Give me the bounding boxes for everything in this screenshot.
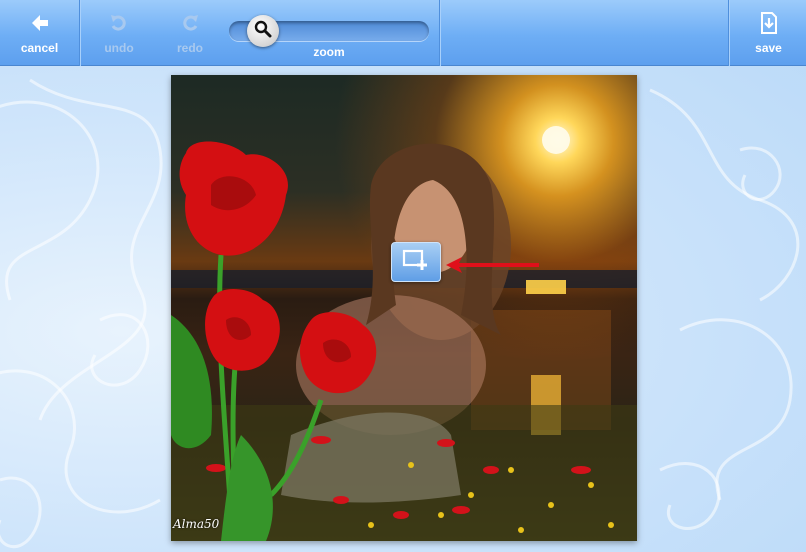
photo-watermark: Alma50 xyxy=(173,517,220,531)
photo-artwork xyxy=(171,126,637,541)
redo-button[interactable]: redo xyxy=(155,0,225,66)
save-label: save xyxy=(755,40,782,55)
crop-add-icon xyxy=(402,248,430,277)
undo-icon xyxy=(108,12,130,34)
undo-button[interactable]: undo xyxy=(84,0,154,66)
photo-canvas[interactable]: Alma50 xyxy=(171,75,637,541)
magnifier-icon xyxy=(254,20,272,43)
cancel-button[interactable]: cancel xyxy=(0,0,79,66)
zoom-label: zoom xyxy=(313,45,345,59)
undo-label: undo xyxy=(104,40,134,55)
redo-icon xyxy=(179,12,201,34)
red-arrow-icon xyxy=(446,257,539,273)
cancel-label: cancel xyxy=(20,40,59,55)
redo-label: redo xyxy=(176,40,203,55)
toolbar-divider xyxy=(79,0,80,66)
toolbar-divider xyxy=(439,0,440,66)
save-button[interactable]: save xyxy=(731,0,806,66)
toolbar-divider xyxy=(728,0,729,66)
arrow-left-icon xyxy=(29,12,51,34)
zoom-control: zoom xyxy=(229,0,429,66)
crop-add-button[interactable] xyxy=(391,242,441,282)
zoom-slider-handle[interactable] xyxy=(247,15,279,47)
save-download-icon xyxy=(758,11,780,34)
editor-toolbar: cancel undo redo zoom save xyxy=(0,0,806,66)
